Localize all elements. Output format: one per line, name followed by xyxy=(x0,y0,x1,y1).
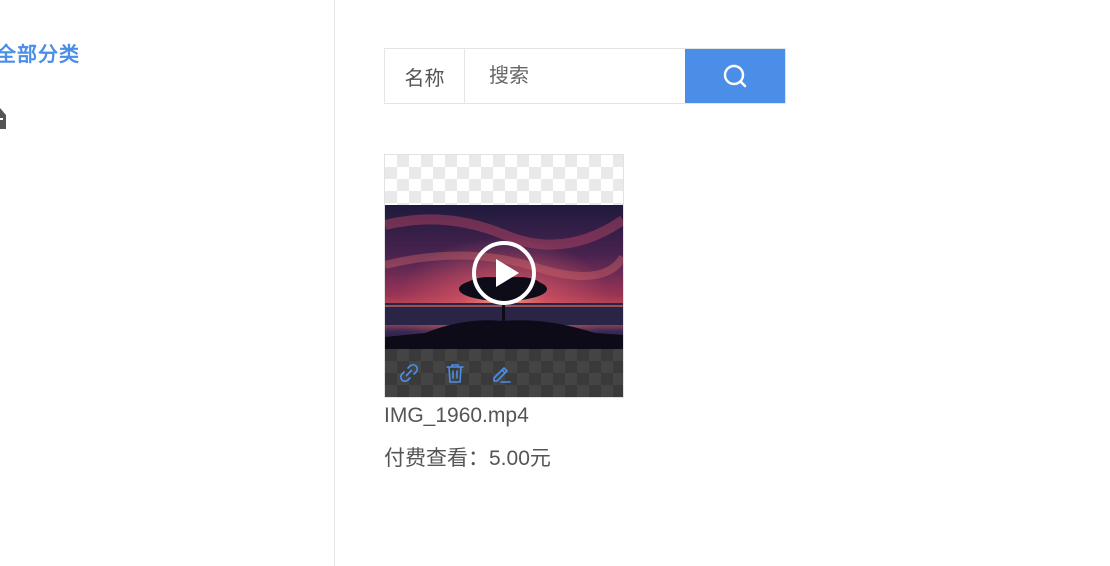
sidebar: 全部分类 xyxy=(0,0,335,566)
search-bar: 名称 xyxy=(384,48,786,104)
trash-icon[interactable] xyxy=(443,361,467,385)
media-price: 付费查看：5.00元 xyxy=(384,442,551,472)
category-all-link[interactable]: 全部分类 xyxy=(0,38,80,67)
video-thumbnail[interactable] xyxy=(385,205,623,350)
play-icon[interactable] xyxy=(471,240,537,306)
edit-icon[interactable] xyxy=(489,361,513,385)
search-field-label: 名称 xyxy=(385,49,465,103)
search-icon xyxy=(723,64,747,88)
card-action-bar xyxy=(385,349,623,397)
page: 全部分类 名称 搜索 IMG_1960.mp4 付费查看：5.00元 xyxy=(0,0,1110,566)
price-value: 5.00元 xyxy=(489,447,551,470)
price-label: 付费查看： xyxy=(384,447,489,470)
folder-icon[interactable] xyxy=(0,104,10,130)
media-card[interactable] xyxy=(384,154,624,398)
search-button[interactable] xyxy=(685,49,785,103)
link-icon[interactable] xyxy=(397,361,421,385)
search-input[interactable] xyxy=(465,49,685,103)
media-file-name: IMG_1960.mp4 xyxy=(384,404,529,427)
